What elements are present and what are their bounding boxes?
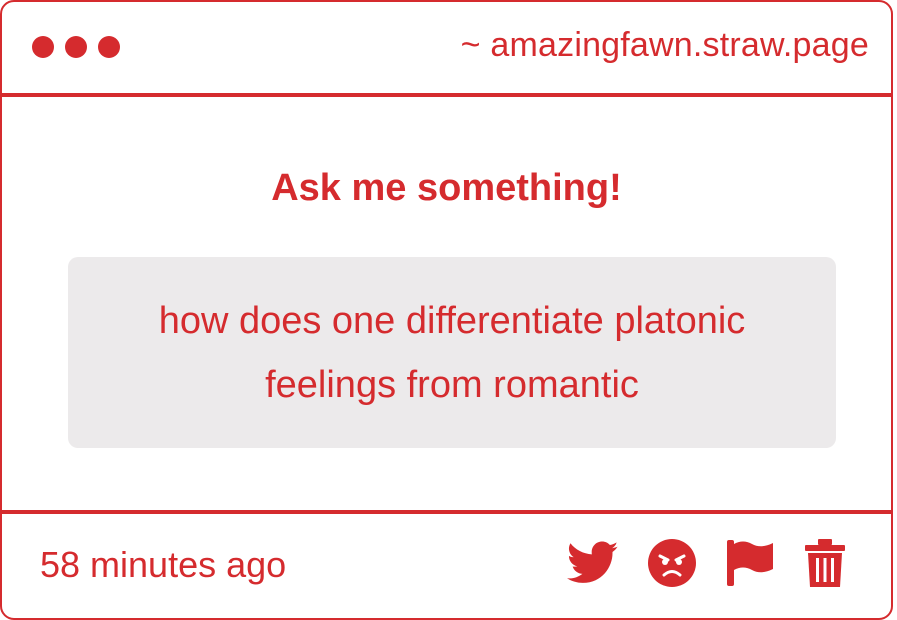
delete-button[interactable] [803, 538, 847, 588]
ask-card: ~ amazingfawn.straw.page Ask me somethin… [0, 0, 893, 620]
twitter-icon [567, 541, 619, 583]
timestamp: 58 minutes ago [40, 544, 287, 585]
share-twitter-button[interactable] [567, 541, 619, 585]
page-url[interactable]: ~ amazingfawn.straw.page [461, 26, 869, 65]
window-dot-icon[interactable] [32, 36, 54, 58]
card-footer: 58 minutes ago [2, 514, 891, 614]
question-text: how does one differentiate platonic feel… [158, 299, 746, 406]
window-titlebar: ~ amazingfawn.straw.page [2, 2, 891, 97]
angry-face-icon [648, 539, 696, 587]
window-controls [32, 36, 120, 58]
window-dot-icon[interactable] [98, 36, 120, 58]
window-dot-icon[interactable] [65, 36, 87, 58]
question-box: how does one differentiate platonic feel… [68, 257, 836, 448]
page-title: Ask me something! [271, 167, 622, 209]
action-bar [567, 538, 847, 588]
main-content: Ask me something! how does one different… [2, 97, 891, 514]
report-button[interactable] [725, 538, 775, 588]
react-angry-button[interactable] [647, 538, 697, 588]
flag-icon [727, 540, 773, 586]
trash-icon [805, 539, 845, 587]
